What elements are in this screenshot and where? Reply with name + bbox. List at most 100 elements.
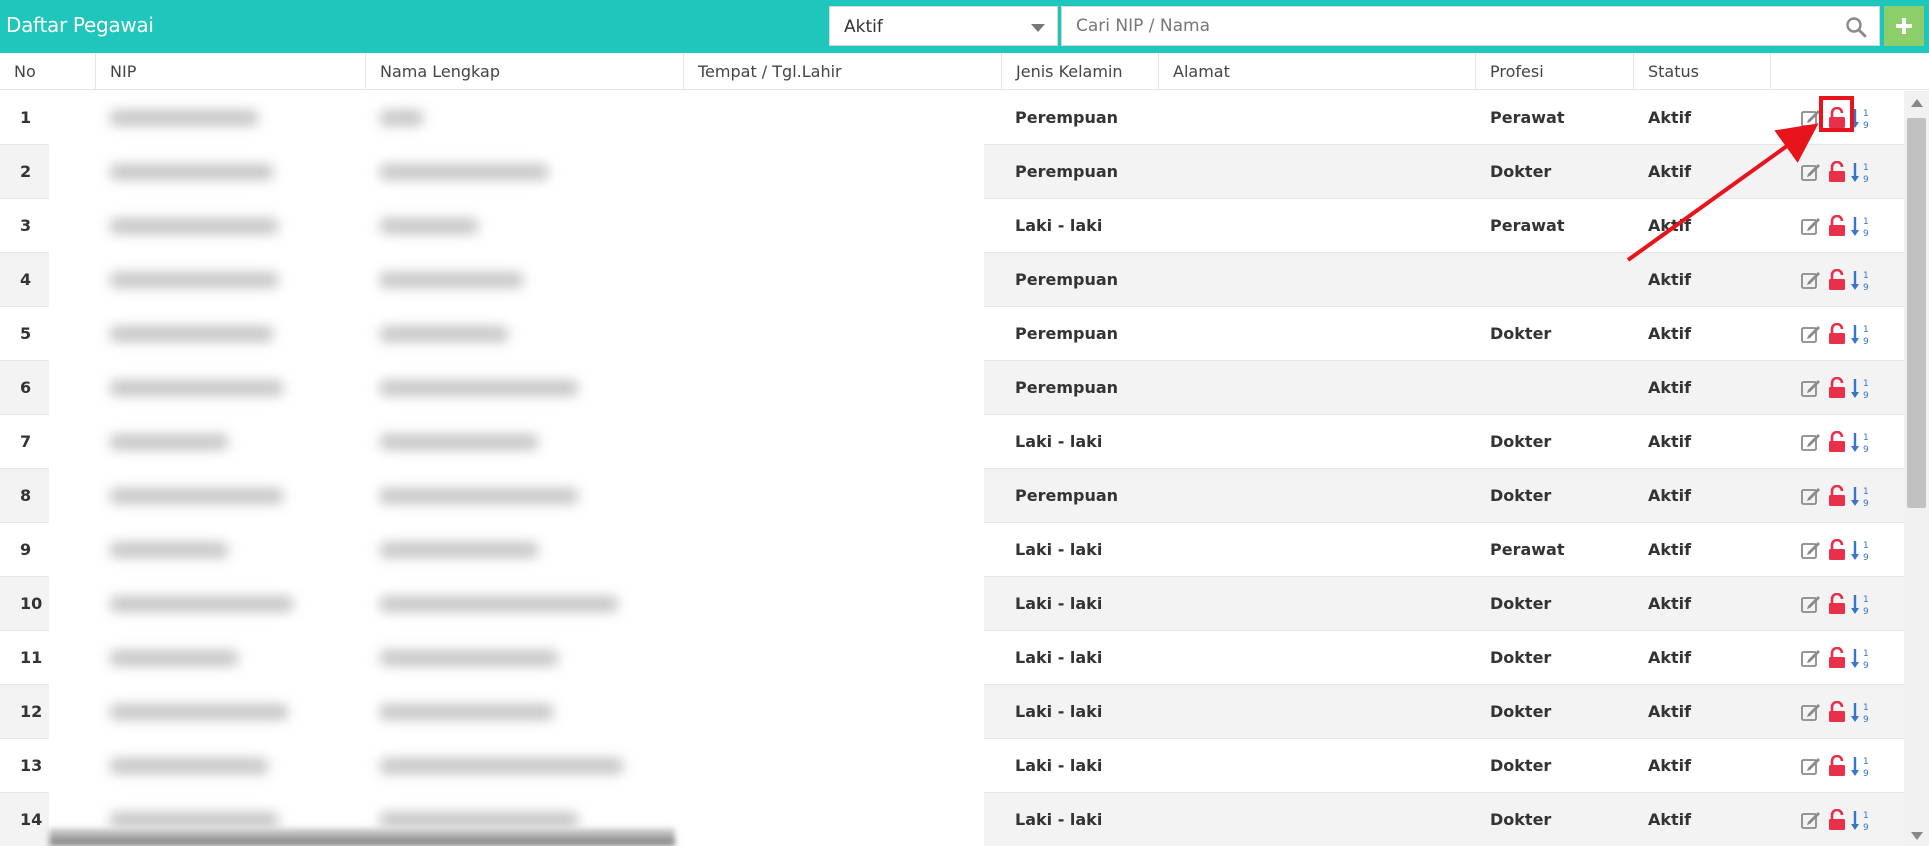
search-input[interactable] — [1062, 7, 1842, 45]
edit-icon[interactable] — [1800, 269, 1822, 291]
sort-numeric-icon[interactable]: 1 9 — [1850, 539, 1872, 561]
table-row[interactable]: 2 Perempuan Dokter Aktif 1 9 — [0, 145, 1904, 199]
edit-icon[interactable] — [1800, 377, 1822, 399]
cell-redacted-identity — [49, 739, 682, 793]
column-header-tempat-tgl-lahir[interactable]: Tempat / Tgl.Lahir — [683, 53, 842, 90]
svg-text:1: 1 — [1863, 487, 1869, 497]
cell-status: Aktif — [1648, 594, 1692, 613]
cell-no: 12 — [20, 702, 43, 721]
svg-text:1: 1 — [1863, 757, 1869, 767]
cell-status: Aktif — [1648, 810, 1692, 829]
table-row[interactable]: 1 Perempuan Perawat Aktif 1 9 — [0, 91, 1904, 145]
scroll-down-icon[interactable] — [1911, 832, 1923, 840]
edit-icon[interactable] — [1800, 485, 1822, 507]
unlock-icon[interactable] — [1826, 809, 1848, 831]
scroll-thumb[interactable] — [1907, 118, 1926, 508]
svg-text:1: 1 — [1863, 541, 1869, 551]
table-row[interactable]: 11 Laki - laki Dokter Aktif 1 9 — [0, 631, 1904, 685]
sort-numeric-icon[interactable]: 1 9 — [1850, 377, 1872, 399]
blurred-overlay-edge — [49, 828, 675, 846]
cell-profesi: Dokter — [1490, 648, 1552, 667]
sort-numeric-icon[interactable]: 1 9 — [1850, 593, 1872, 615]
table-row[interactable]: 10 Laki - laki Dokter Aktif 1 9 — [0, 577, 1904, 631]
table-row[interactable]: 4 Perempuan Aktif 1 9 — [0, 253, 1904, 307]
unlock-icon[interactable] — [1826, 485, 1848, 507]
table-row[interactable]: 3 Laki - laki Perawat Aktif 1 9 — [0, 199, 1904, 253]
column-header-jenis-kelamin[interactable]: Jenis Kelamin — [1001, 53, 1123, 90]
column-header-status[interactable]: Status — [1633, 53, 1699, 90]
sort-numeric-icon[interactable]: 1 9 — [1850, 323, 1872, 345]
sort-numeric-icon[interactable]: 1 9 — [1850, 485, 1872, 507]
cell-tempat-tgl-lahir — [682, 361, 984, 415]
edit-icon[interactable] — [1800, 215, 1822, 237]
cell-jenis-kelamin: Laki - laki — [1015, 540, 1103, 559]
edit-icon[interactable] — [1800, 107, 1822, 129]
cell-jenis-kelamin: Laki - laki — [1015, 432, 1103, 451]
cell-status: Aktif — [1648, 216, 1692, 235]
sort-numeric-icon[interactable]: 1 9 — [1850, 107, 1872, 129]
vertical-scrollbar[interactable] — [1904, 91, 1929, 846]
row-actions: 1 9 — [1800, 701, 1880, 725]
unlock-icon[interactable] — [1826, 431, 1848, 453]
column-header-nama-lengkap[interactable]: Nama Lengkap — [365, 53, 500, 90]
row-actions: 1 9 — [1800, 593, 1880, 617]
cell-no: 11 — [20, 648, 43, 667]
cell-redacted-identity — [49, 631, 682, 685]
table-row[interactable]: 7 Laki - laki Dokter Aktif 1 9 — [0, 415, 1904, 469]
cell-profesi: Dokter — [1490, 324, 1552, 343]
page-title: Daftar Pegawai — [6, 13, 154, 37]
search-icon[interactable] — [1845, 16, 1867, 38]
row-actions: 1 9 — [1800, 161, 1880, 185]
cell-tempat-tgl-lahir — [682, 145, 984, 199]
sort-numeric-icon[interactable]: 1 9 — [1850, 647, 1872, 669]
edit-icon[interactable] — [1800, 431, 1822, 453]
table-header: No NIP Nama Lengkap Tempat / Tgl.Lahir J… — [0, 53, 1929, 90]
unlock-icon[interactable] — [1826, 377, 1848, 399]
unlock-icon[interactable] — [1826, 647, 1848, 669]
unlock-icon[interactable] — [1826, 701, 1848, 723]
table-row[interactable]: 8 Perempuan Dokter Aktif 1 9 — [0, 469, 1904, 523]
status-filter-select[interactable]: Aktif — [829, 6, 1058, 46]
table-row[interactable]: 9 Laki - laki Perawat Aktif 1 9 — [0, 523, 1904, 577]
column-header-alamat[interactable]: Alamat — [1158, 53, 1230, 90]
edit-icon[interactable] — [1800, 809, 1822, 831]
column-header-nip[interactable]: NIP — [95, 53, 136, 90]
unlock-icon[interactable] — [1826, 539, 1848, 561]
column-header-no[interactable]: No — [0, 53, 36, 90]
cell-tempat-tgl-lahir — [682, 577, 984, 631]
header-bar: Daftar Pegawai Aktif — [0, 0, 1929, 53]
edit-icon[interactable] — [1800, 539, 1822, 561]
sort-numeric-icon[interactable]: 1 9 — [1850, 269, 1872, 291]
sort-numeric-icon[interactable]: 1 9 — [1850, 809, 1872, 831]
edit-icon[interactable] — [1800, 647, 1822, 669]
unlock-icon[interactable] — [1826, 269, 1848, 291]
unlock-icon[interactable] — [1826, 323, 1848, 345]
sort-numeric-icon[interactable]: 1 9 — [1850, 431, 1872, 453]
cell-tempat-tgl-lahir — [682, 793, 984, 846]
edit-icon[interactable] — [1800, 161, 1822, 183]
edit-icon[interactable] — [1800, 755, 1822, 777]
table-row[interactable]: 12 Laki - laki Dokter Aktif 1 9 — [0, 685, 1904, 739]
unlock-icon[interactable] — [1826, 107, 1848, 129]
sort-numeric-icon[interactable]: 1 9 — [1850, 701, 1872, 723]
sort-numeric-icon[interactable]: 1 9 — [1850, 215, 1872, 237]
edit-icon[interactable] — [1800, 593, 1822, 615]
cell-jenis-kelamin: Perempuan — [1015, 378, 1119, 397]
column-header-profesi[interactable]: Profesi — [1475, 53, 1544, 90]
edit-icon[interactable] — [1800, 323, 1822, 345]
table-row[interactable]: 5 Perempuan Dokter Aktif 1 9 — [0, 307, 1904, 361]
unlock-icon[interactable] — [1826, 161, 1848, 183]
add-employee-button[interactable] — [1884, 6, 1924, 46]
sort-numeric-icon[interactable]: 1 9 — [1850, 755, 1872, 777]
unlock-icon[interactable] — [1826, 755, 1848, 777]
scroll-up-icon[interactable] — [1911, 99, 1923, 107]
svg-text:1: 1 — [1863, 649, 1869, 659]
unlock-icon[interactable] — [1826, 593, 1848, 615]
table-row[interactable]: 13 Laki - laki Dokter Aktif 1 9 — [0, 739, 1904, 793]
cell-no: 9 — [20, 540, 32, 559]
edit-icon[interactable] — [1800, 701, 1822, 723]
unlock-icon[interactable] — [1826, 215, 1848, 237]
sort-numeric-icon[interactable]: 1 9 — [1850, 161, 1872, 183]
table-row[interactable]: 6 Perempuan Aktif 1 9 — [0, 361, 1904, 415]
svg-text:9: 9 — [1863, 769, 1869, 777]
